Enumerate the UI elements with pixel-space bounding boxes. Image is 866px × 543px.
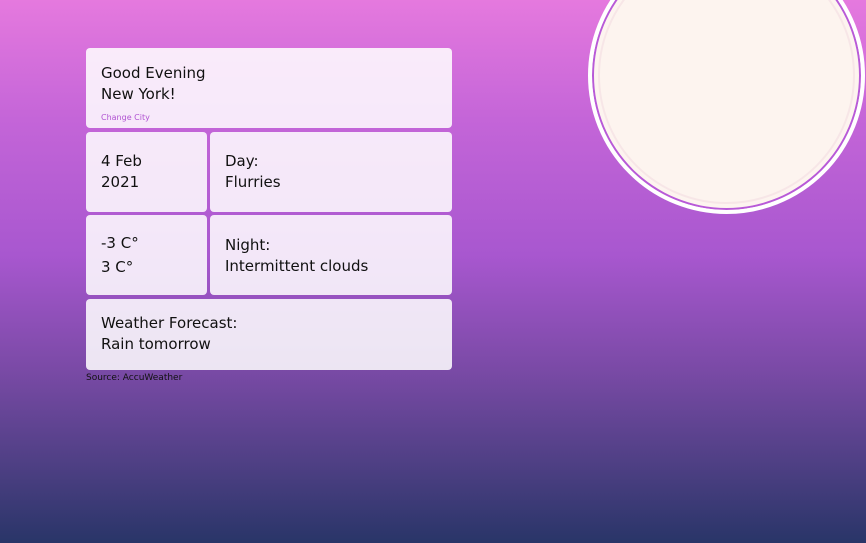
date-year: 2021 <box>101 173 140 191</box>
moon-icon <box>588 0 865 214</box>
weather-panel: Good Evening New York! Change City 4 Feb… <box>86 48 452 370</box>
night-forecast-card: Night: Intermittent clouds <box>210 215 452 295</box>
city-name: New York! <box>101 85 176 103</box>
date-day-month: 4 Feb <box>101 152 142 170</box>
night-label: Night: <box>225 236 271 254</box>
location-greeting-card: Good Evening New York! Change City <box>86 48 452 128</box>
temperature-card: -3 C° 3 C° <box>86 215 207 295</box>
night-value: Intermittent clouds <box>225 257 369 275</box>
weather-forecast-card: Weather Forecast: Rain tomorrow <box>86 299 452 370</box>
greeting-text: Good Evening <box>101 64 206 82</box>
day-label: Day: <box>225 152 259 170</box>
forecast-value: Rain tomorrow <box>101 335 211 353</box>
source-credit: Source: AccuWeather <box>86 373 183 383</box>
day-value: Flurries <box>225 173 281 191</box>
low-temperature: -3 C° <box>101 234 139 252</box>
forecast-label: Weather Forecast: <box>101 314 238 332</box>
high-temperature: 3 C° <box>101 258 134 276</box>
change-city-link[interactable]: Change City <box>101 113 150 122</box>
day-forecast-card: Day: Flurries <box>210 132 452 212</box>
date-card: 4 Feb 2021 <box>86 132 207 212</box>
